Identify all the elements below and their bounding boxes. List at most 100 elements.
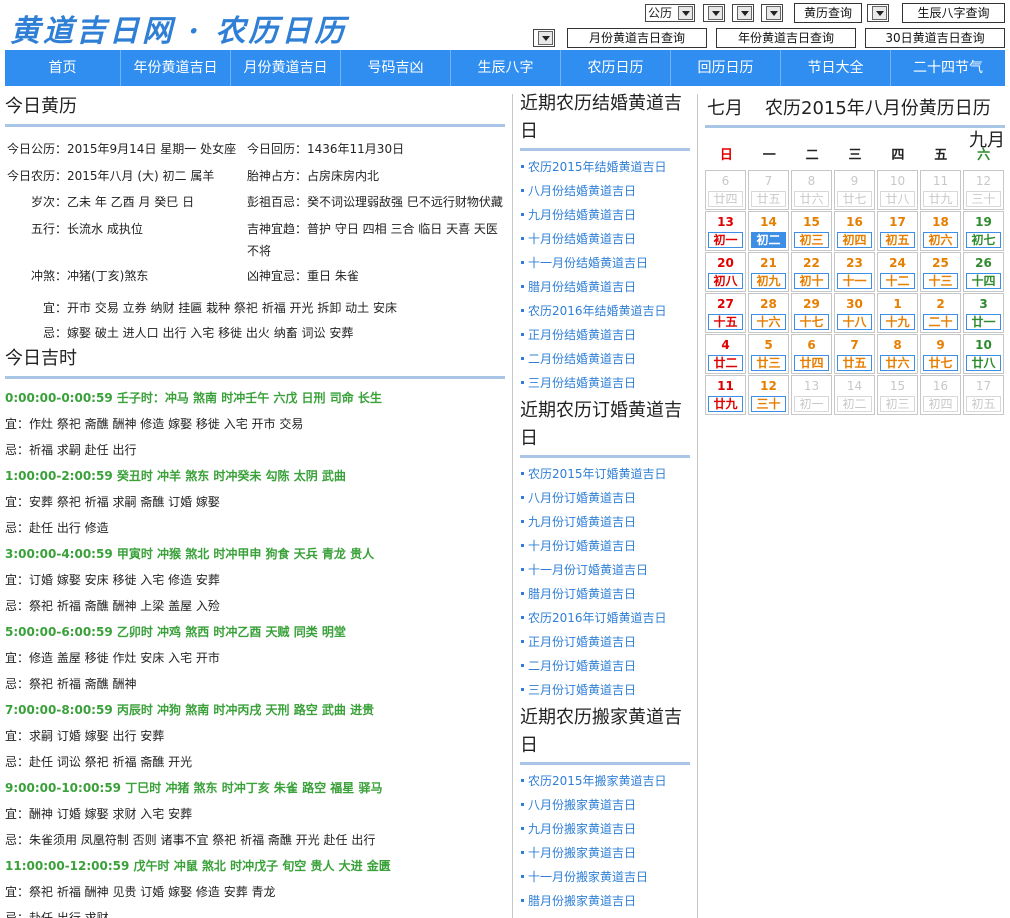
engagement-link[interactable]: 农历2016年订婚黄道吉日 xyxy=(520,606,690,630)
calendar-day[interactable]: 11 廿九 xyxy=(920,170,961,210)
wedding-link[interactable]: 二月份结婚黄道吉日 xyxy=(520,347,690,371)
wedding-link[interactable]: 八月份结婚黄道吉日 xyxy=(520,179,690,203)
calendar-day[interactable]: 8 廿六 xyxy=(791,170,832,210)
calendar-day[interactable]: 4 廿二 xyxy=(705,334,746,374)
today-pengzu: 彭祖百忌：癸不词讼理弱敌强 巳不远行财物伏藏 xyxy=(247,195,503,209)
calendar-day-today[interactable]: 14 初二 xyxy=(748,211,789,251)
calendar-day[interactable]: 7 廿五 xyxy=(748,170,789,210)
jishi-time: 9:00:00-10:00:59 丁巳时 冲猪 煞东 时冲丁亥 朱雀 路空 福星… xyxy=(5,781,383,795)
moving-link[interactable]: 八月份搬家黄道吉日 xyxy=(520,793,690,817)
calendar-day[interactable]: 29 十七 xyxy=(791,293,832,333)
calendar-day[interactable]: 15 初三 xyxy=(877,375,918,415)
calendar-day[interactable]: 11 廿九 xyxy=(705,375,746,415)
wedding-link[interactable]: 九月份结婚黄道吉日 xyxy=(520,203,690,227)
nav-item-solar-terms[interactable]: 二十四节气 xyxy=(891,50,1005,86)
wedding-link[interactable]: 三月份结婚黄道吉日 xyxy=(520,371,690,395)
year-query-button[interactable]: 年份黄道吉日查询 xyxy=(716,28,856,48)
wedding-link[interactable]: 正月份结婚黄道吉日 xyxy=(520,323,690,347)
moving-link[interactable]: 十月份搬家黄道吉日 xyxy=(520,841,690,865)
bazi-query-button[interactable]: 生辰八字查询 xyxy=(902,3,1005,23)
nav-item-hijri-calendar[interactable]: 回历日历 xyxy=(671,50,781,86)
nav-item-year-days[interactable]: 年份黄道吉日 xyxy=(121,50,231,86)
month-select[interactable] xyxy=(732,4,754,22)
calendar-day[interactable]: 21 初九 xyxy=(748,252,789,292)
prev-month-link[interactable]: 七月 xyxy=(707,90,743,128)
nav-item-lunar-calendar[interactable]: 农历日历 xyxy=(561,50,671,86)
moving-link[interactable]: 农历2015年搬家黄道吉日 xyxy=(520,769,690,793)
calendar-day[interactable]: 25 十三 xyxy=(920,252,961,292)
moving-link[interactable]: 农历2016年搬家黄道吉日 xyxy=(520,913,690,918)
wedding-link[interactable]: 腊月份结婚黄道吉日 xyxy=(520,275,690,299)
solar-day-number: 24 xyxy=(889,256,906,270)
lunar-day-label: 廿六 xyxy=(880,355,915,371)
nav-item-month-days[interactable]: 月份黄道吉日 xyxy=(231,50,341,86)
engagement-links: 农历2015年订婚黄道吉日 八月份订婚黄道吉日 九月份订婚黄道吉日 十月份订婚黄道吉日… xyxy=(520,462,690,702)
moving-link[interactable]: 九月份搬家黄道吉日 xyxy=(520,817,690,841)
nav-item-bazi[interactable]: 生辰八字 xyxy=(451,50,561,86)
calendar-day[interactable]: 16 初四 xyxy=(834,211,875,251)
moving-link[interactable]: 十一月份搬家黄道吉日 xyxy=(520,865,690,889)
hour-select[interactable] xyxy=(867,4,889,22)
calendar-day[interactable]: 12 三十 xyxy=(748,375,789,415)
calendar-day[interactable]: 10 廿八 xyxy=(963,334,1004,374)
calendar-day[interactable]: 22 初十 xyxy=(791,252,832,292)
calendar-day[interactable]: 30 十八 xyxy=(834,293,875,333)
calendar-day[interactable]: 17 初五 xyxy=(963,375,1004,415)
solar-day-number: 15 xyxy=(803,215,820,229)
calendar-day[interactable]: 28 十六 xyxy=(748,293,789,333)
engagement-link[interactable]: 十月份订婚黄道吉日 xyxy=(520,534,690,558)
calendar-day[interactable]: 19 初七 xyxy=(963,211,1004,251)
lunar-day-label: 廿九 xyxy=(708,396,743,412)
engagement-link[interactable]: 农历2015年订婚黄道吉日 xyxy=(520,462,690,486)
days30-query-button[interactable]: 30日黄道吉日查询 xyxy=(865,28,1005,48)
day-select[interactable] xyxy=(761,4,783,22)
engagement-link[interactable]: 正月份订婚黄道吉日 xyxy=(520,630,690,654)
calendar-day[interactable]: 9 廿七 xyxy=(920,334,961,374)
calendar-day[interactable]: 3 廿一 xyxy=(963,293,1004,333)
calendar-day[interactable]: 5 廿三 xyxy=(748,334,789,374)
nav-item-number-luck[interactable]: 号码吉凶 xyxy=(341,50,451,86)
nav-item-home[interactable]: 首页 xyxy=(5,50,121,86)
site-logo[interactable]: 黄道吉日网 · 农历日历 xyxy=(10,6,347,50)
calendar-day[interactable]: 27 十五 xyxy=(705,293,746,333)
calendar-day[interactable]: 9 廿七 xyxy=(834,170,875,210)
wedding-link[interactable]: 十月份结婚黄道吉日 xyxy=(520,227,690,251)
calendar-day[interactable]: 24 十二 xyxy=(877,252,918,292)
calendar-day[interactable]: 18 初六 xyxy=(920,211,961,251)
wedding-link[interactable]: 十一月份结婚黄道吉日 xyxy=(520,251,690,275)
solar-day-number: 25 xyxy=(932,256,949,270)
engagement-link[interactable]: 二月份订婚黄道吉日 xyxy=(520,654,690,678)
engagement-link[interactable]: 腊月份订婚黄道吉日 xyxy=(520,582,690,606)
calendar-day[interactable]: 1 十九 xyxy=(877,293,918,333)
huangli-query-button[interactable]: 黄历查询 xyxy=(794,3,862,23)
calendar-day[interactable]: 6 廿四 xyxy=(705,170,746,210)
month-query-select[interactable] xyxy=(533,29,555,47)
wedding-link[interactable]: 农历2015年结婚黄道吉日 xyxy=(520,155,690,179)
wedding-link[interactable]: 农历2016年结婚黄道吉日 xyxy=(520,299,690,323)
calendar-type-select[interactable]: 公历 xyxy=(645,4,695,22)
calendar-day[interactable]: 13 初一 xyxy=(791,375,832,415)
calendar-day[interactable]: 16 初四 xyxy=(920,375,961,415)
engagement-link[interactable]: 三月份订婚黄道吉日 xyxy=(520,678,690,702)
calendar-day[interactable]: 6 廿四 xyxy=(791,334,832,374)
calendar-day[interactable]: 15 初三 xyxy=(791,211,832,251)
engagement-link[interactable]: 八月份订婚黄道吉日 xyxy=(520,486,690,510)
engagement-link[interactable]: 九月份订婚黄道吉日 xyxy=(520,510,690,534)
nav-item-festivals[interactable]: 节日大全 xyxy=(781,50,891,86)
calendar-day[interactable]: 14 初二 xyxy=(834,375,875,415)
calendar-day[interactable]: 20 初八 xyxy=(705,252,746,292)
calendar-day[interactable]: 2 二十 xyxy=(920,293,961,333)
calendar-day[interactable]: 12 三十 xyxy=(963,170,1004,210)
month-query-button[interactable]: 月份黄道吉日查询 xyxy=(567,28,707,48)
calendar-day[interactable]: 7 廿五 xyxy=(834,334,875,374)
calendar-day[interactable]: 10 廿八 xyxy=(877,170,918,210)
moving-link[interactable]: 腊月份搬家黄道吉日 xyxy=(520,889,690,913)
year-select[interactable] xyxy=(703,4,725,22)
lunar-day-label: 廿四 xyxy=(794,355,829,371)
calendar-day[interactable]: 23 十一 xyxy=(834,252,875,292)
calendar-day[interactable]: 13 初一 xyxy=(705,211,746,251)
calendar-day[interactable]: 8 廿六 xyxy=(877,334,918,374)
calendar-day[interactable]: 26 十四 xyxy=(963,252,1004,292)
engagement-link[interactable]: 十一月份订婚黄道吉日 xyxy=(520,558,690,582)
calendar-day[interactable]: 17 初五 xyxy=(877,211,918,251)
